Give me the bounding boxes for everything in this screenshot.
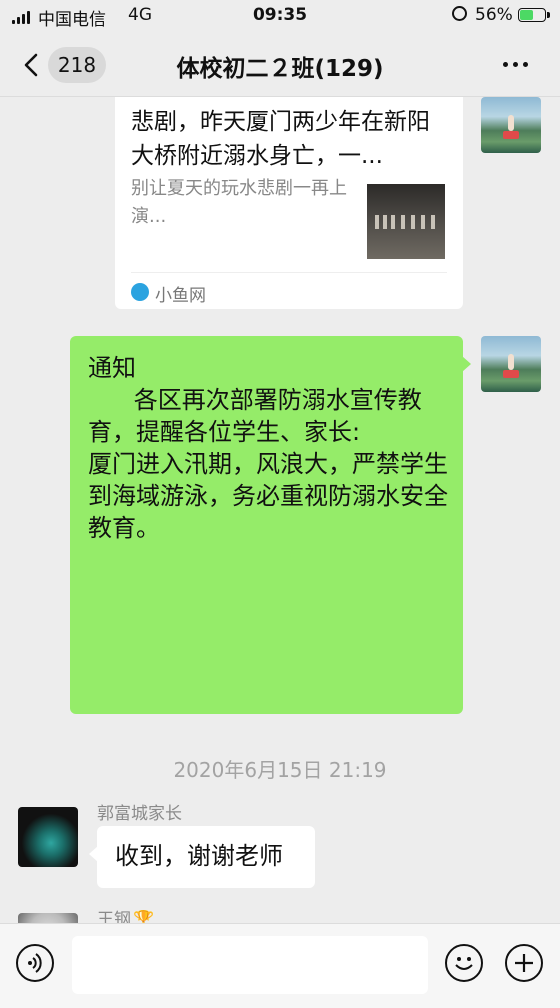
- emoji-icon: [455, 957, 473, 970]
- my-avatar[interactable]: [481, 97, 541, 153]
- chat-header: 218 体校初二２班(129): [0, 34, 560, 97]
- card-divider: [131, 272, 447, 273]
- more-functions-button[interactable]: [505, 944, 543, 982]
- sender-name: 郭富城家长: [97, 804, 182, 824]
- voice-icon: [28, 953, 42, 973]
- notice-message-bubble[interactable]: 通知 各区再次部署防溺水宣传教育，提醒各位学生、家长: 厦门进入汛期，风浪大，严…: [70, 336, 471, 714]
- reply-message-bubble[interactable]: 收到，谢谢老师: [89, 826, 315, 888]
- message-list[interactable]: 悲剧，昨天厦门两少年在新阳大桥附近溺水身亡，一... 别让夏天的玩水悲剧一再上演…: [0, 97, 560, 923]
- source-logo-icon: [131, 283, 149, 301]
- article-source: 小鱼网: [155, 286, 206, 306]
- voice-input-button[interactable]: [16, 944, 54, 982]
- more-options-icon[interactable]: [503, 62, 528, 67]
- sender-avatar[interactable]: [18, 807, 78, 867]
- emoji-button[interactable]: [445, 944, 483, 982]
- alarm-icon: [452, 6, 467, 21]
- message-timestamp: 2020年6月15日 21:19: [173, 758, 387, 782]
- my-avatar[interactable]: [481, 336, 541, 392]
- shared-article-card[interactable]: 悲剧，昨天厦门两少年在新阳大桥附近溺水身亡，一... 别让夏天的玩水悲剧一再上演…: [115, 97, 463, 309]
- sender-name: 王钢 🏆: [97, 905, 154, 923]
- article-thumbnail: [367, 184, 445, 259]
- article-description: 别让夏天的玩水悲剧一再上演...: [131, 178, 347, 227]
- input-bar: [0, 923, 560, 1008]
- battery-percent: 56%: [475, 5, 513, 25]
- chat-title: 体校初二２班(129): [176, 56, 384, 82]
- trophy-icon: 🏆: [133, 910, 155, 923]
- sender-avatar[interactable]: [18, 913, 78, 923]
- reply-text: 收到，谢谢老师: [115, 842, 283, 870]
- article-title: 悲剧，昨天厦门两少年在新阳大桥附近溺水身亡，一...: [131, 109, 430, 169]
- message-input[interactable]: [72, 936, 428, 994]
- notice-text: 通知 各区再次部署防溺水宣传教育，提醒各位学生、家长: 厦门进入汛期，风浪大，严…: [88, 354, 448, 542]
- plus-icon: [515, 954, 533, 972]
- status-bar: 中国电信 4G 09:35 56%: [0, 0, 560, 34]
- battery-icon: [518, 8, 550, 22]
- sender-name-text: 王钢: [97, 910, 131, 923]
